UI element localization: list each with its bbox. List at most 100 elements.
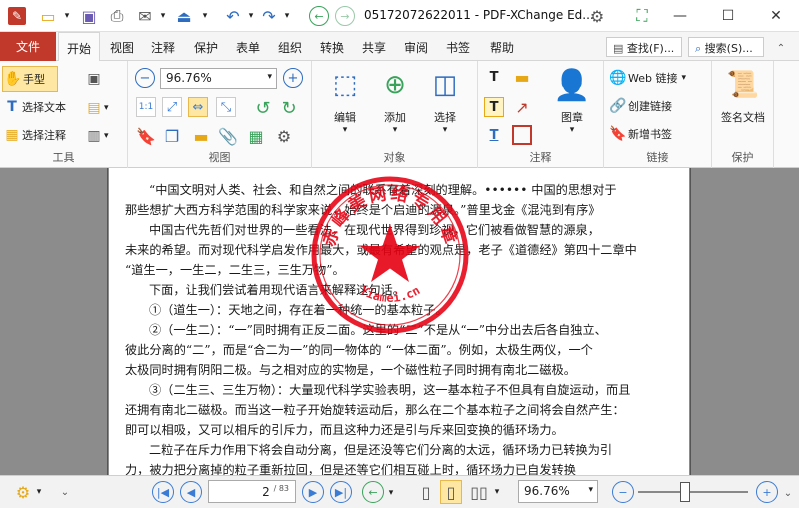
snapshot-button[interactable]: ▣	[84, 68, 110, 90]
undo-dropdown-icon[interactable]: ▾	[246, 5, 256, 27]
pages-panel-icon[interactable]: ❐	[162, 125, 182, 147]
page-number-field[interactable]: 2 / 83	[208, 480, 296, 503]
status-zoom-in-button[interactable]: +	[756, 481, 778, 503]
document-properties-icon[interactable]: ▦	[246, 125, 266, 147]
fit-page-button[interactable]: ⤢	[162, 97, 182, 117]
customize-toolbar-icon[interactable]: ⚙	[586, 5, 608, 27]
single-page-icon[interactable]: ▯	[416, 481, 436, 503]
forward-nav-icon[interactable]: →	[334, 5, 356, 27]
typewriter-button[interactable]: T	[484, 67, 504, 87]
tab-view[interactable]: 视图	[110, 39, 134, 56]
fit-width-button[interactable]: ⇔	[188, 97, 208, 117]
search-icon: ⌕	[695, 42, 702, 55]
previous-view-button[interactable]: ←	[362, 481, 384, 503]
print-icon[interactable]: ⎙	[106, 5, 128, 27]
fit-visible-button[interactable]: ⤡	[216, 97, 236, 117]
tab-convert[interactable]: 转换	[320, 39, 344, 56]
text-line: 二粒子在斥力作用下将会自动分离，但是还没等它们分离的太远，循环场力已转换为引	[149, 443, 613, 457]
next-page-button[interactable]: ▶	[302, 481, 324, 503]
collapse-ribbon-icon[interactable]: ⌃	[770, 37, 792, 59]
pdf-page[interactable]: “中国文明对人类、社会、和自然之间的联系有着深刻的理解。•••••• 中国的思想…	[109, 168, 689, 475]
hand-tool-button[interactable]: ✋ 手型	[2, 66, 58, 92]
bookmark-panel-icon[interactable]: 🔖	[136, 125, 156, 147]
continuous-page-icon[interactable]: ▯	[440, 480, 462, 504]
text-box-button[interactable]: T	[484, 97, 504, 117]
tab-forms[interactable]: 表单	[236, 39, 260, 56]
options-gear-icon[interactable]: ⚙	[12, 481, 34, 503]
zoom-slider-thumb[interactable]	[680, 482, 690, 502]
clipboard-icon: ▤	[87, 100, 101, 116]
status-expand-icon[interactable]: ⌄	[58, 481, 72, 503]
rectangle-button[interactable]	[512, 125, 532, 145]
format-painter-button[interactable]: ▥ ▾	[84, 125, 122, 147]
create-link-button[interactable]: 🔗 创建链接	[608, 95, 672, 117]
email-dropdown-icon[interactable]: ▾	[158, 5, 168, 27]
undo-icon[interactable]: ↶	[222, 5, 244, 27]
stamp-button[interactable]: 👤 图章 ▾	[546, 67, 598, 136]
previous-view-dropdown-icon[interactable]: ▾	[386, 482, 396, 504]
attachments-icon[interactable]: 📎	[218, 125, 238, 147]
rotate-right-button[interactable]: ↻	[278, 97, 300, 119]
previous-page-button[interactable]: ◀	[180, 481, 202, 503]
status-zoom-combo[interactable]: 96.76% ▾	[518, 480, 598, 503]
status-more-icon[interactable]: ⌄	[782, 482, 794, 504]
document-viewport[interactable]: “中国文明对人类、社会、和自然之间的联系有着深刻的理解。•••••• 中国的思想…	[0, 168, 799, 475]
paste-button[interactable]: ▤ ▾	[84, 97, 122, 119]
scan-dropdown-icon[interactable]: ▾	[200, 5, 210, 27]
tab-bookmarks[interactable]: 书签	[446, 39, 470, 56]
edit-objects-icon: ⬚	[332, 70, 358, 100]
tab-share[interactable]: 共享	[362, 39, 386, 56]
tab-protect[interactable]: 保护	[194, 39, 218, 56]
rotate-left-button[interactable]: ↺	[252, 97, 274, 119]
add-bookmark-button[interactable]: 🔖 新增书签	[608, 123, 672, 145]
document-settings-icon[interactable]: ⚙	[274, 125, 294, 147]
tab-help[interactable]: 帮助	[490, 39, 514, 56]
view-group-label: 视图	[208, 151, 231, 164]
page-layout-dropdown-icon[interactable]: ▾	[492, 481, 502, 503]
scan-icon[interactable]: ⏏	[172, 5, 196, 27]
sticky-note-button[interactable]: ▬	[512, 67, 532, 87]
back-nav-icon[interactable]: ←	[308, 5, 330, 27]
minimize-button[interactable]: —	[662, 4, 698, 28]
zoom-slider-track[interactable]	[638, 491, 748, 493]
search-button[interactable]: ⌕ 搜索(S)...	[688, 37, 764, 57]
status-zoom-out-button[interactable]: −	[612, 481, 634, 503]
find-button[interactable]: ▤ 查找(F)...	[606, 37, 682, 57]
zoom-in-button[interactable]: +	[282, 67, 304, 89]
tab-organize[interactable]: 组织	[278, 39, 302, 56]
tab-comment[interactable]: 注释	[151, 39, 175, 56]
zoom-out-button[interactable]: −	[134, 67, 156, 89]
comments-panel-icon[interactable]: ▬	[190, 125, 212, 147]
zoom-dropdown-icon: ▾	[267, 72, 272, 82]
save-icon[interactable]: ▣	[78, 5, 100, 27]
first-page-button[interactable]: |◀	[152, 481, 174, 503]
select-comments-button[interactable]: ▦ 选择注释	[2, 123, 66, 147]
arrow-button[interactable]: ↗	[512, 97, 532, 117]
add-objects-button[interactable]: ⊕ 添加 ▾	[372, 67, 418, 135]
email-icon[interactable]: ✉	[134, 5, 156, 27]
options-dropdown-icon[interactable]: ▾	[34, 481, 44, 503]
select-objects-button[interactable]: ◫ 选择 ▾	[422, 67, 468, 135]
file-menu-button[interactable]: 文件	[0, 32, 56, 61]
zoom-combo[interactable]: 96.76% ▾	[160, 68, 277, 89]
maximize-button[interactable]: ☐	[710, 4, 746, 28]
close-button[interactable]: ✕	[758, 4, 794, 28]
web-links-button[interactable]: 🌐 Web 链接 ▾	[608, 67, 686, 89]
last-page-button[interactable]: ▶|	[330, 481, 352, 503]
fullscreen-icon[interactable]: ⛶	[630, 5, 654, 27]
tab-home[interactable]: 开始	[58, 32, 101, 62]
underline-text-button[interactable]: T	[484, 125, 504, 145]
actual-size-button[interactable]: 1:1	[136, 97, 156, 117]
select-text-button[interactable]: T 选择文本	[2, 95, 66, 119]
redo-dropdown-icon[interactable]: ▾	[282, 5, 292, 27]
facing-pages-icon[interactable]: ▯▯	[468, 481, 490, 503]
redo-icon[interactable]: ↷	[258, 5, 280, 27]
open-folder-icon[interactable]: ▭	[36, 5, 60, 27]
title-bar: ✎ ▭ ▾ ▣ ⎙ ✉ ▾ ⏏ ▾ ↶ ▾ ↷ ▾ ← → 0517207262…	[0, 0, 799, 32]
app-logo-icon: ✎	[6, 5, 28, 27]
open-dropdown-icon[interactable]: ▾	[62, 5, 72, 27]
sign-document-button[interactable]: 📜 签名文档	[716, 67, 770, 125]
window-title: 05172072622011 - PDF-XChange Ed...	[364, 8, 594, 22]
edit-objects-button[interactable]: ⬚ 编辑 ▾	[322, 67, 368, 135]
tab-review[interactable]: 审阅	[404, 39, 428, 56]
